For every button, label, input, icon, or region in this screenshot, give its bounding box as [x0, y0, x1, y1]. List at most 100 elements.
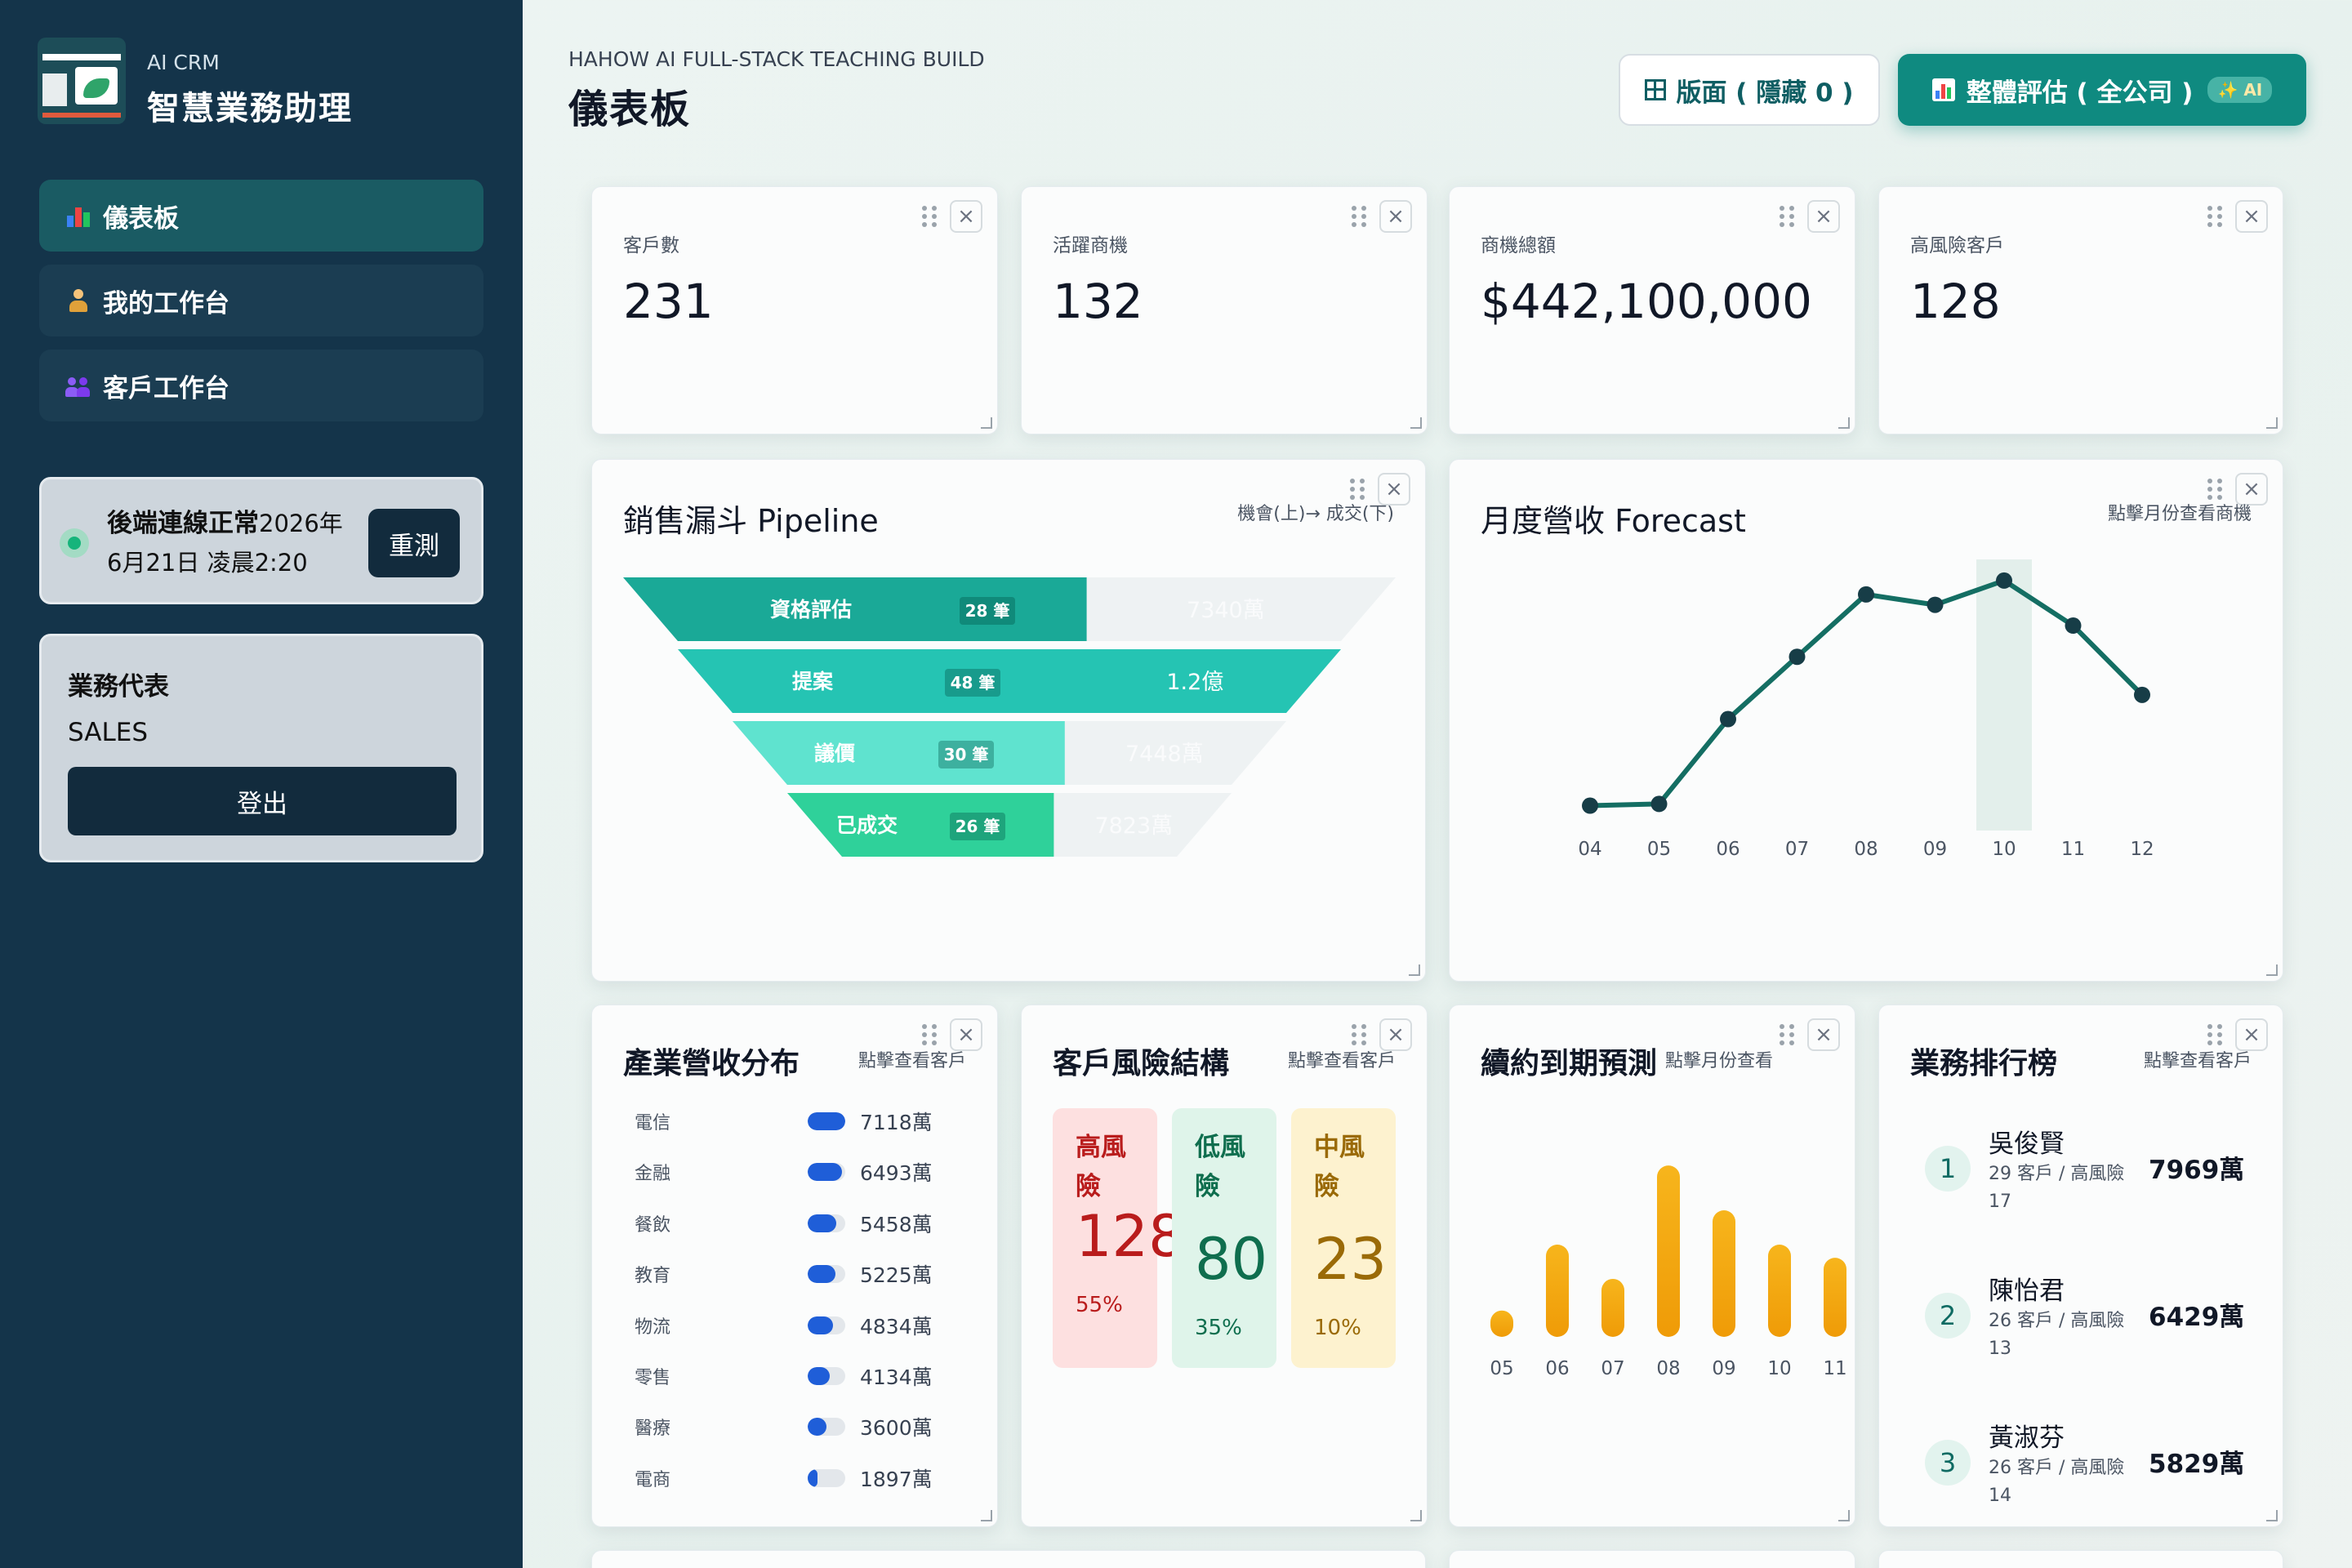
app-logo [38, 38, 126, 124]
industry-hint: 點擊查看客戶 [858, 1051, 966, 1071]
industry-row[interactable]: 零售 4134萬 [635, 1361, 961, 1391]
industry-bar-fill [808, 1163, 842, 1182]
industry-row[interactable]: 電信 7118萬 [635, 1107, 961, 1136]
renewal-bar[interactable] [1713, 1210, 1735, 1337]
renewal-forecast-card: × 續約到期預測 點擊月份查看 05 06 07 08 09 10 11 [1449, 1004, 1855, 1527]
industry-row[interactable]: 餐飲 5458萬 [635, 1209, 961, 1238]
dashboard-card-partial [1449, 1550, 1855, 1568]
forecast-x-tick[interactable]: 06 [1716, 839, 1740, 860]
industry-title: 產業營收分布 [623, 1047, 800, 1080]
renewal-x-tick[interactable]: 08 [1656, 1358, 1680, 1379]
renewal-bar[interactable] [1657, 1165, 1680, 1337]
forecast-point[interactable] [1582, 797, 1598, 814]
renewal-bar[interactable] [1601, 1278, 1624, 1337]
resize-handle-icon[interactable] [981, 1510, 992, 1521]
forecast-x-tick[interactable]: 05 [1647, 839, 1671, 860]
forecast-point[interactable] [1720, 710, 1736, 728]
risk-box-medium[interactable]: 中風險 23 10% [1291, 1108, 1396, 1368]
risk-box-low[interactable]: 低風險 80 35% [1172, 1108, 1276, 1368]
renewal-x-tick[interactable]: 07 [1601, 1358, 1624, 1379]
resize-handle-icon[interactable] [1410, 417, 1422, 429]
forecast-point[interactable] [1788, 648, 1806, 666]
industry-row[interactable]: 教育 5225萬 [635, 1259, 961, 1289]
drag-handle-icon[interactable] [1780, 206, 1796, 227]
resize-handle-icon[interactable] [2266, 417, 2278, 429]
logout-button[interactable]: 登出 [68, 767, 457, 835]
renewal-bar-chart[interactable]: 05 06 07 08 09 10 11 [1450, 1005, 1856, 1528]
sidebar-item-dashboard[interactable]: 儀表板 [39, 180, 483, 252]
forecast-point[interactable] [1650, 795, 1668, 813]
layout-button[interactable]: 版面 ( 隱藏 0 ) [1619, 54, 1880, 126]
industry-name: 金融 [635, 1164, 671, 1185]
forecast-point[interactable] [2134, 686, 2150, 703]
resize-handle-icon[interactable] [2266, 1510, 2278, 1521]
forecast-x-tick[interactable]: 10 [1992, 839, 2016, 860]
sidebar-item-customer-workspace[interactable]: 客戶工作台 [39, 350, 483, 421]
renewal-x-tick[interactable]: 05 [1490, 1358, 1513, 1379]
drag-handle-icon[interactable] [922, 1024, 938, 1045]
resize-handle-icon[interactable] [1409, 964, 1420, 976]
close-icon[interactable]: × [1807, 200, 1840, 233]
close-icon[interactable]: × [950, 200, 982, 233]
overall-evaluation-button[interactable]: 整體評估 ( 全公司 ) ✨ AI [1898, 54, 2306, 126]
industry-value: 1897萬 [860, 1467, 933, 1491]
kpi-card-deal-total: × 商機總額 $442,100,000 [1449, 186, 1855, 434]
kpi-label: 高風險客戶 [1910, 235, 2004, 256]
forecast-point[interactable] [1996, 572, 2012, 589]
renewal-bar[interactable] [1824, 1258, 1846, 1337]
forecast-x-tick[interactable]: 11 [2061, 839, 2085, 860]
risk-label: 低風險 [1195, 1133, 1245, 1201]
forecast-x-tick[interactable]: 12 [2130, 839, 2154, 860]
forecast-line-chart[interactable]: 04 05 06 07 08 09 10 11 12 [1450, 460, 2284, 982]
forecast-x-tick[interactable]: 04 [1578, 839, 1601, 860]
forecast-point[interactable] [1927, 596, 1944, 613]
funnel-stage-bar[interactable] [678, 649, 1341, 713]
pipeline-card: × 銷售漏斗 Pipeline 機會(上)→ 成交(下) 資格評估 28 筆 734… [591, 459, 1426, 982]
forecast-x-tick[interactable]: 08 [1854, 839, 1878, 860]
connection-status-card: 後端連線正常2026年6月21日 凌晨2:20 重測 [39, 477, 483, 604]
industry-row[interactable]: 醫療 3600萬 [635, 1412, 961, 1441]
renewal-bar[interactable] [1490, 1310, 1513, 1337]
user-card: 業務代表 SALES 登出 [39, 634, 483, 862]
renewal-x-tick[interactable]: 10 [1767, 1358, 1791, 1379]
industry-row[interactable]: 電商 1897萬 [635, 1463, 961, 1493]
resize-handle-icon[interactable] [1838, 1510, 1850, 1521]
drag-handle-icon[interactable] [922, 206, 938, 227]
industry-row[interactable]: 金融 6493萬 [635, 1157, 961, 1187]
funnel-stage-count: 30 筆 [944, 745, 989, 764]
resize-handle-icon[interactable] [1838, 417, 1850, 429]
retest-button[interactable]: 重測 [368, 509, 460, 577]
sidebar-item-my-workspace[interactable]: 我的工作台 [39, 265, 483, 336]
resize-handle-icon[interactable] [1410, 1510, 1422, 1521]
forecast-point[interactable] [1858, 586, 1874, 603]
sidebar-item-label: 客戶工作台 [103, 373, 229, 403]
risk-title: 客戶風險結構 [1053, 1047, 1230, 1080]
ai-badge: ✨ AI [2207, 77, 2273, 103]
rank-amount: 7969萬 [2149, 1156, 2245, 1185]
drag-handle-icon[interactable] [1352, 206, 1368, 227]
renewal-x-tick[interactable]: 11 [1823, 1358, 1846, 1379]
forecast-x-tick[interactable]: 09 [1923, 839, 1947, 860]
risk-count: 128 [1076, 1203, 1185, 1270]
forecast-x-tick[interactable]: 07 [1785, 839, 1809, 860]
forecast-point[interactable] [2065, 617, 2082, 635]
industry-name: 電商 [635, 1469, 671, 1490]
close-icon[interactable]: × [2235, 200, 2268, 233]
close-icon[interactable]: × [1379, 200, 1412, 233]
industry-name: 教育 [635, 1266, 671, 1287]
drag-handle-icon[interactable] [1352, 1024, 1368, 1045]
renewal-x-tick[interactable]: 09 [1712, 1358, 1735, 1379]
funnel-stage-amount: 1.2億 [1166, 670, 1223, 695]
kpi-value: 128 [1910, 274, 2001, 329]
renewal-x-tick[interactable]: 06 [1545, 1358, 1569, 1379]
drag-handle-icon[interactable] [2207, 1024, 2224, 1045]
resize-handle-icon[interactable] [981, 417, 992, 429]
risk-box-high[interactable]: 高風險 128 55% [1053, 1108, 1185, 1368]
industry-bar-track [808, 1418, 845, 1437]
funnel-stage-amount: 7448萬 [1125, 742, 1204, 767]
industry-row[interactable]: 物流 4834萬 [635, 1311, 961, 1340]
drag-handle-icon[interactable] [2207, 206, 2224, 227]
resize-handle-icon[interactable] [2266, 964, 2278, 976]
renewal-bar[interactable] [1546, 1245, 1569, 1337]
renewal-bar[interactable] [1768, 1245, 1791, 1337]
